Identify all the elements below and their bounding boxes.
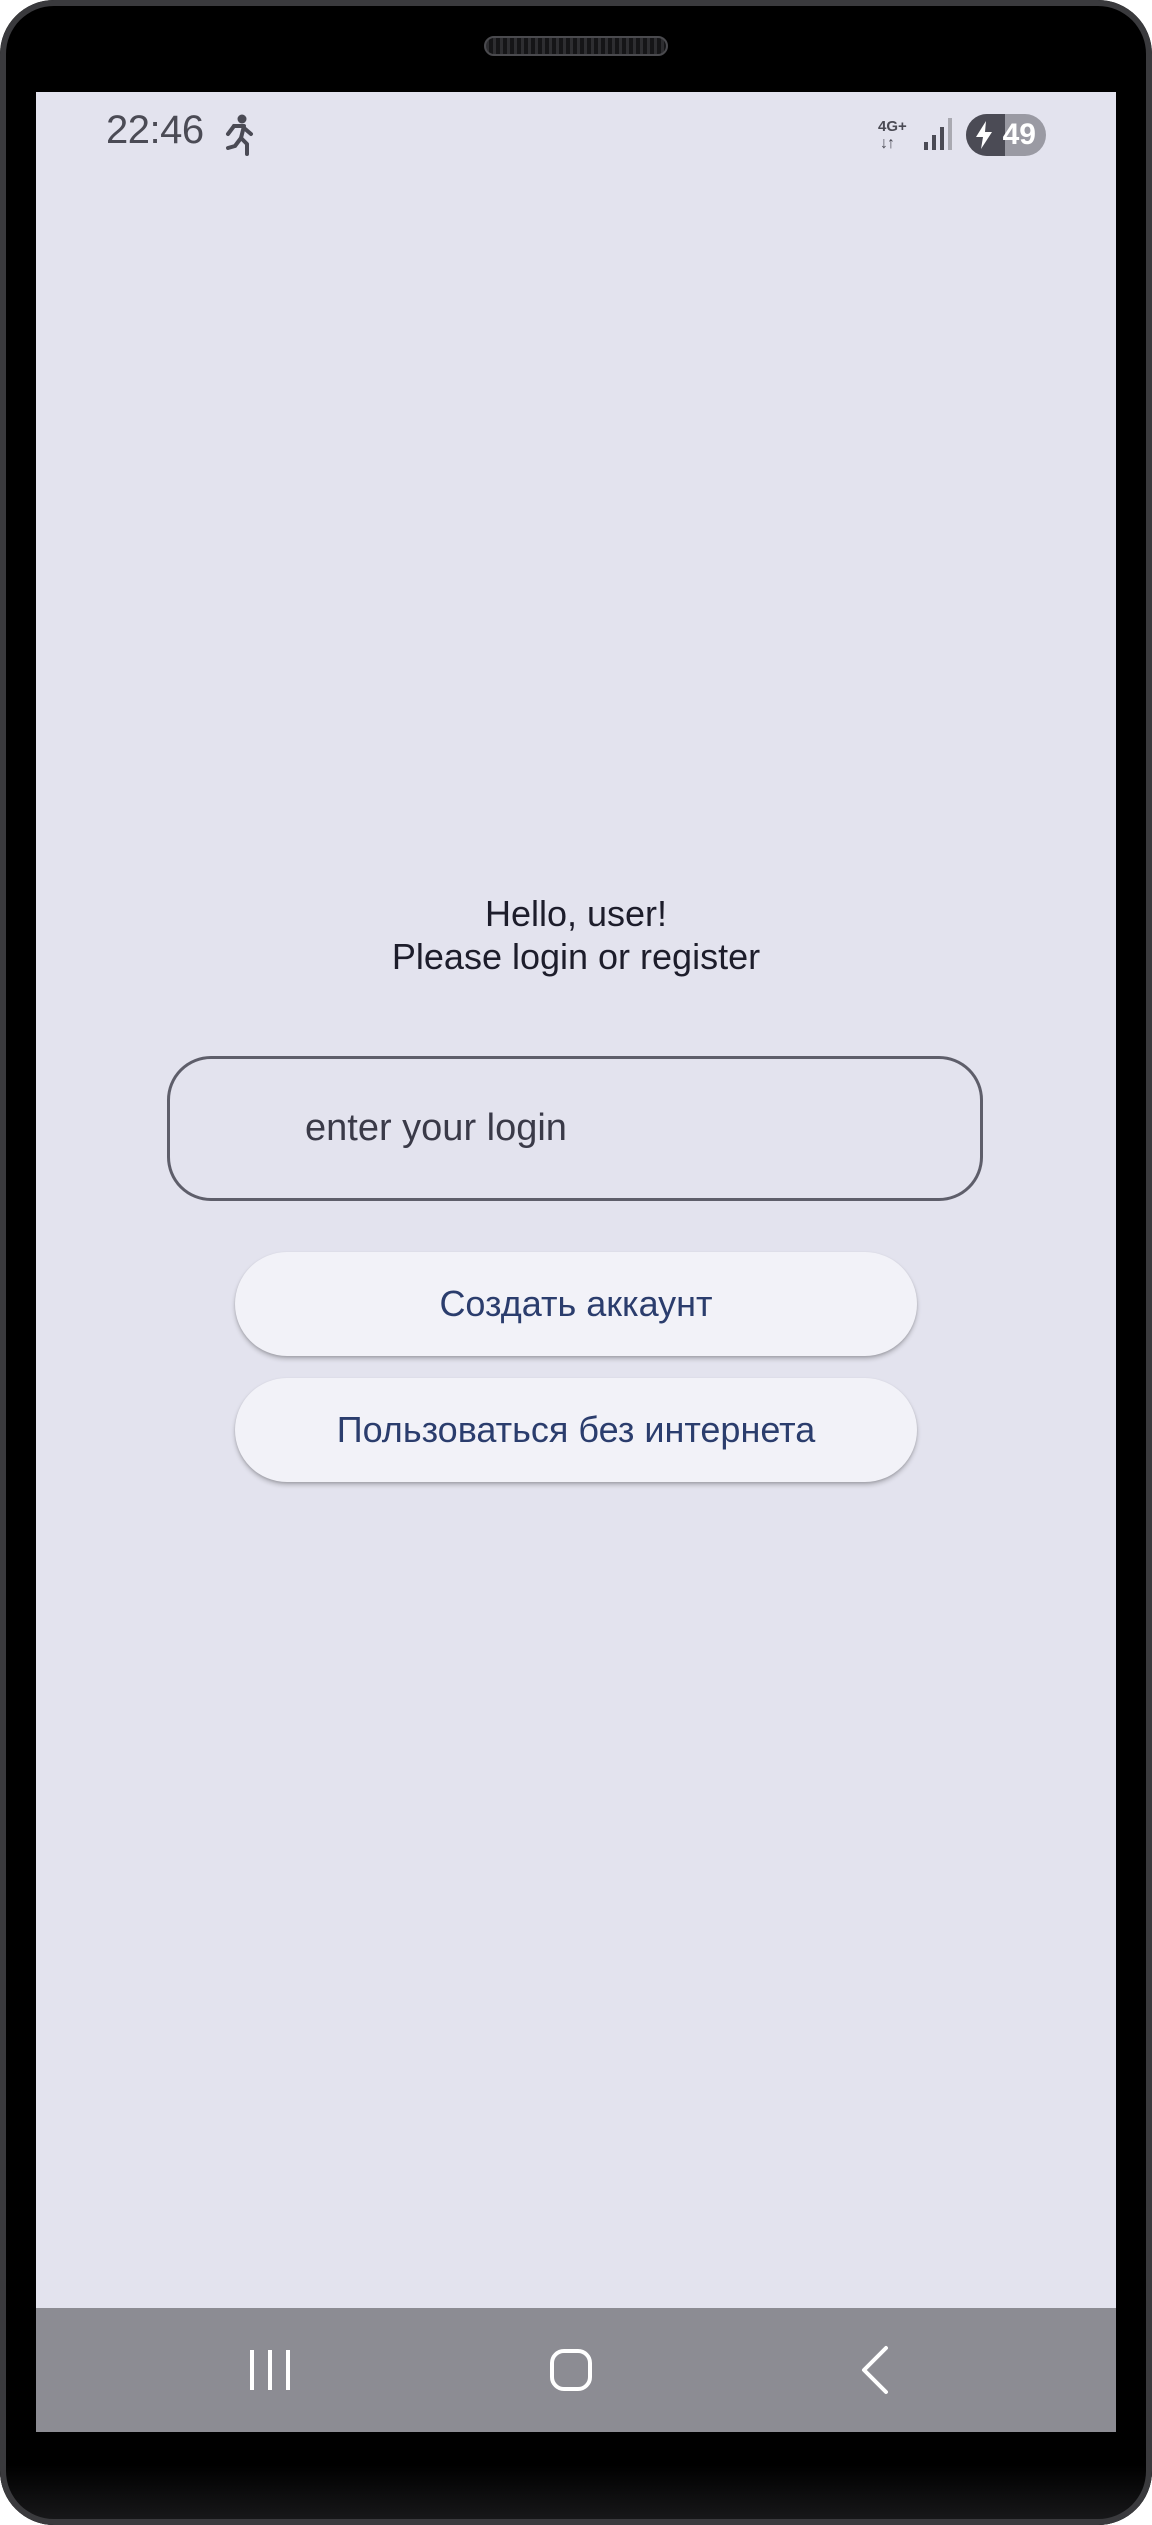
login-input[interactable]: [167, 1056, 983, 1201]
navigation-bar: [36, 2308, 1116, 2432]
charging-bolt-icon: [976, 121, 992, 149]
status-time: 22:46: [106, 108, 204, 152]
running-person-icon: [226, 114, 253, 156]
back-icon[interactable]: [846, 2340, 910, 2400]
earpiece-speaker: [484, 36, 668, 56]
signal-bars-icon: [924, 118, 952, 150]
app-screen: 22:46 4G+ ↓↑ 49 Hello, user! Please logi…: [36, 92, 1116, 2432]
battery-indicator: 49: [966, 114, 1046, 156]
greeting-line-2: Please login or register: [391, 936, 761, 977]
battery-level: 49: [1002, 118, 1036, 151]
recents-icon[interactable]: [238, 2340, 302, 2400]
device-chin: [0, 2465, 1152, 2525]
phone-frame: 22:46 4G+ ↓↑ 49 Hello, user! Please logi…: [0, 0, 1152, 2525]
offline-mode-button[interactable]: Пользоваться без интернета: [235, 1378, 917, 1482]
create-account-button[interactable]: Создать аккаунт: [235, 1252, 917, 1356]
data-arrows: ↓↑: [880, 135, 895, 152]
greeting-text: Hello, user! Please login or register: [36, 892, 1116, 978]
home-icon[interactable]: [539, 2340, 603, 2400]
greeting-line-1: Hello, user!: [484, 893, 668, 934]
network-type-label: 4G+: [878, 118, 907, 135]
mobile-data-icon: 4G+ ↓↑: [878, 118, 914, 158]
status-bar: 22:46 4G+ ↓↑ 49: [36, 92, 1116, 176]
